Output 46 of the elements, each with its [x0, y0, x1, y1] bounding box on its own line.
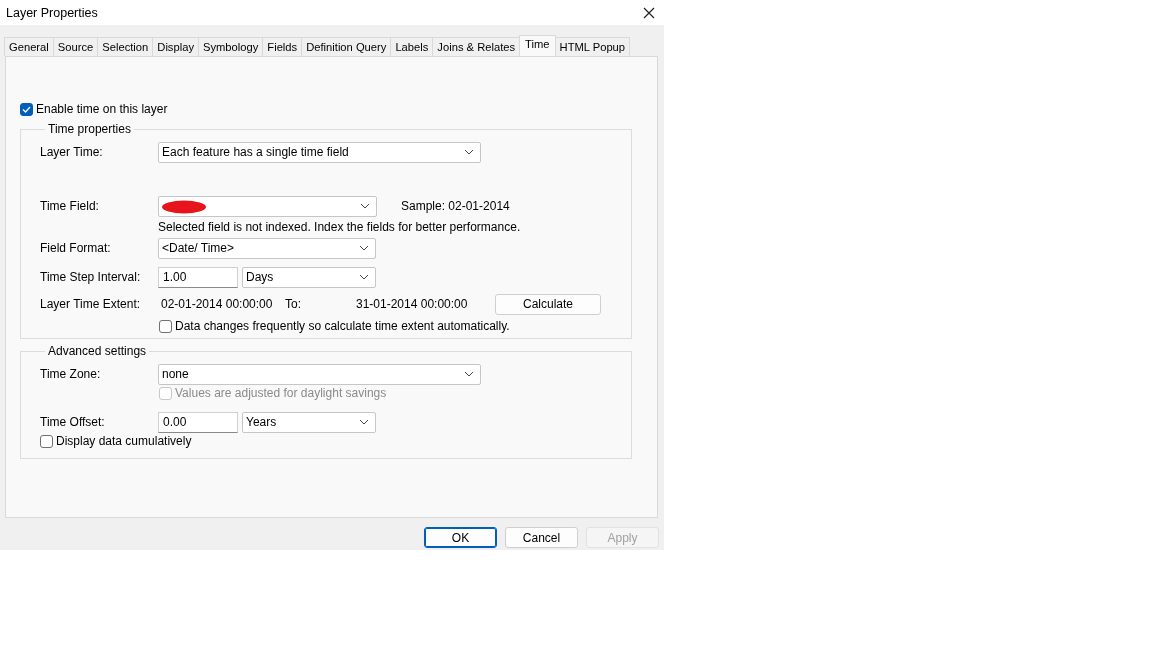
- dialog-button[interactable]: Cancel: [505, 527, 578, 548]
- field-label: Field Format:: [40, 241, 112, 255]
- end-time: 31-01-2014 00:00:00: [356, 297, 469, 311]
- checkbox-text: Data changes frequently so calculate time extent automatically.: [175, 319, 510, 333]
- checkbox-text: Enable time on this layer: [36, 102, 168, 116]
- checkbox[interactable]: [159, 319, 172, 333]
- tab[interactable]: Display: [152, 37, 199, 56]
- dialog-button[interactable]: OK: [424, 527, 497, 548]
- chevron-down-icon: [359, 274, 369, 280]
- field-label: Time Zone:: [40, 367, 102, 381]
- input-field[interactable]: 1.00: [158, 266, 238, 288]
- calculate-button[interactable]: Calculate: [495, 293, 601, 315]
- dropdown[interactable]: Years: [242, 411, 376, 433]
- chevron-down-icon: [359, 245, 369, 251]
- checkbox[interactable]: [40, 434, 53, 448]
- field-label: Layer Time Extent:: [40, 297, 142, 311]
- field-label: Layer Time:: [40, 145, 104, 159]
- checkbox-text: Values are adjusted for daylight savings: [175, 386, 387, 400]
- tab[interactable]: Definition Query: [301, 37, 392, 56]
- chevron-down-icon: [360, 203, 370, 209]
- window-title: Layer Properties: [6, 5, 98, 20]
- checkbox[interactable]: [20, 102, 33, 116]
- dropdown[interactable]: none: [158, 363, 481, 385]
- group-title: Advanced settings: [47, 344, 148, 358]
- field-label: Time Offset:: [40, 415, 106, 429]
- chevron-down-icon: [464, 371, 474, 377]
- dropdown[interactable]: Each feature has a single time field: [158, 141, 481, 163]
- checkbox-text: Display data cumulatively: [56, 434, 192, 448]
- tab[interactable]: Symbology: [198, 37, 264, 56]
- close-icon[interactable]: [643, 6, 655, 19]
- chevron-down-icon: [464, 149, 474, 155]
- field-label: Time Field:: [40, 199, 100, 213]
- dropdown[interactable]: [158, 195, 377, 217]
- field-label: Time Step Interval:: [40, 270, 142, 284]
- sample-text: Sample: 02-01-2014: [401, 199, 510, 213]
- hint-text: Selected field is not indexed. Index the fields for better performance.: [158, 220, 521, 234]
- dropdown[interactable]: Days: [242, 266, 376, 288]
- tab[interactable]: Time: [519, 35, 556, 56]
- start-time: 02-01-2014 00:00:00: [160, 297, 274, 311]
- group-title: Time properties: [47, 122, 132, 136]
- tab[interactable]: General: [4, 37, 54, 56]
- input-field[interactable]: 0.00: [158, 411, 238, 433]
- to-label: To:: [285, 297, 302, 311]
- tab[interactable]: HTML Popup: [554, 37, 631, 56]
- dropdown[interactable]: <Date/ Time>: [158, 237, 376, 259]
- chevron-down-icon: [359, 419, 369, 425]
